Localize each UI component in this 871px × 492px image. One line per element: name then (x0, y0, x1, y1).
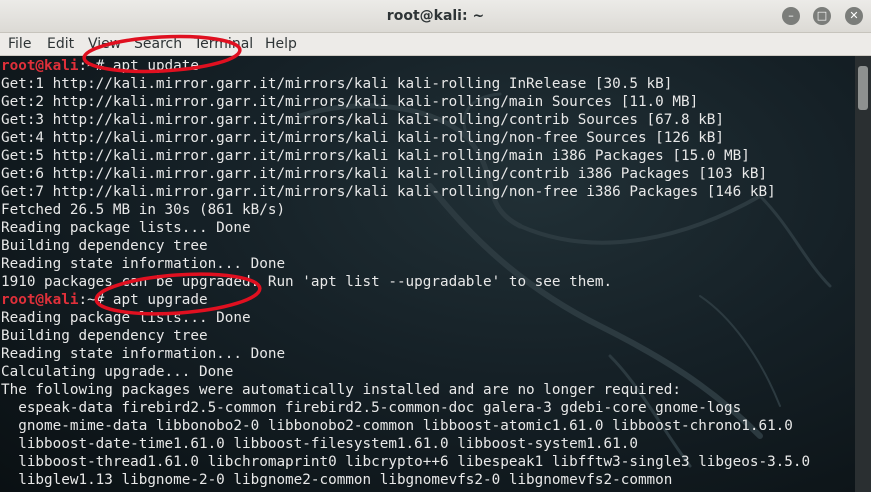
output-line: libglew1.13 libgnome-2-0 libgnome2-commo… (1, 472, 673, 488)
output-line: libboost-date-time1.61.0 libboost-filesy… (1, 436, 638, 452)
prompt-user: root@kali (1, 292, 79, 308)
output-line: 1910 packages can be upgraded. Run 'apt … (1, 274, 613, 290)
menu-search[interactable]: Search (134, 35, 182, 53)
command-text: apt update (112, 58, 199, 74)
output-line: Reading package lists... Done (1, 310, 251, 326)
output-line: Get:5 http://kali.mirror.garr.it/mirrors… (1, 148, 750, 164)
menu-edit[interactable]: Edit (47, 35, 74, 53)
output-line: Building dependency tree (1, 238, 208, 254)
window-title: root@kali: ~ (386, 8, 485, 24)
output-line: Get:1 http://kali.mirror.garr.it/mirrors… (1, 76, 673, 92)
scrollbar[interactable] (855, 56, 871, 492)
title-bar[interactable]: root@kali: ~ – □ ✕ (0, 0, 871, 33)
close-icon[interactable]: ✕ (845, 7, 863, 25)
output-line: Calculating upgrade... Done (1, 364, 234, 380)
menu-help[interactable]: Help (265, 35, 297, 53)
terminal-output[interactable]: root@kali:~# apt update Get:1 http://kal… (0, 56, 855, 492)
output-line: gnome-mime-data libbonobo2-0 libbonobo2-… (1, 418, 793, 434)
output-line: espeak-data firebird2.5-common firebird2… (1, 400, 742, 416)
output-line: Reading package lists... Done (1, 220, 251, 236)
command-line: root@kali:~# apt upgrade (1, 291, 208, 309)
output-line: Fetched 26.5 MB in 30s (861 kB/s) (1, 202, 286, 218)
scrollbar-thumb[interactable] (858, 66, 868, 110)
prompt-user: root@kali (1, 58, 79, 74)
output-line: Reading state information... Done (1, 256, 286, 272)
prompt-path: :~# (78, 58, 113, 74)
output-line: libboost-thread1.61.0 libchromaprint0 li… (1, 454, 811, 470)
command-text: apt upgrade (112, 292, 208, 308)
output-line: Get:4 http://kali.mirror.garr.it/mirrors… (1, 130, 725, 146)
output-line: Reading state information... Done (1, 346, 286, 362)
command-line: root@kali:~# apt update (1, 57, 199, 75)
output-line: Building dependency tree (1, 328, 208, 344)
terminal-window: root@kali: ~ – □ ✕ File Edit View Search… (0, 0, 871, 492)
menu-terminal[interactable]: Terminal (194, 35, 253, 53)
output-line: Get:3 http://kali.mirror.garr.it/mirrors… (1, 112, 725, 128)
minimize-icon[interactable]: – (782, 7, 800, 25)
output-line: The following packages were automaticall… (1, 382, 681, 398)
output-line: Get:7 http://kali.mirror.garr.it/mirrors… (1, 184, 776, 200)
output-line: Get:2 http://kali.mirror.garr.it/mirrors… (1, 94, 699, 110)
menu-file[interactable]: File (8, 35, 31, 53)
menu-bar: File Edit View Search Terminal Help (0, 33, 871, 56)
menu-view[interactable]: View (88, 35, 121, 53)
prompt-path: :~# (78, 292, 113, 308)
output-line: Get:6 http://kali.mirror.garr.it/mirrors… (1, 166, 768, 182)
maximize-icon[interactable]: □ (813, 7, 831, 25)
